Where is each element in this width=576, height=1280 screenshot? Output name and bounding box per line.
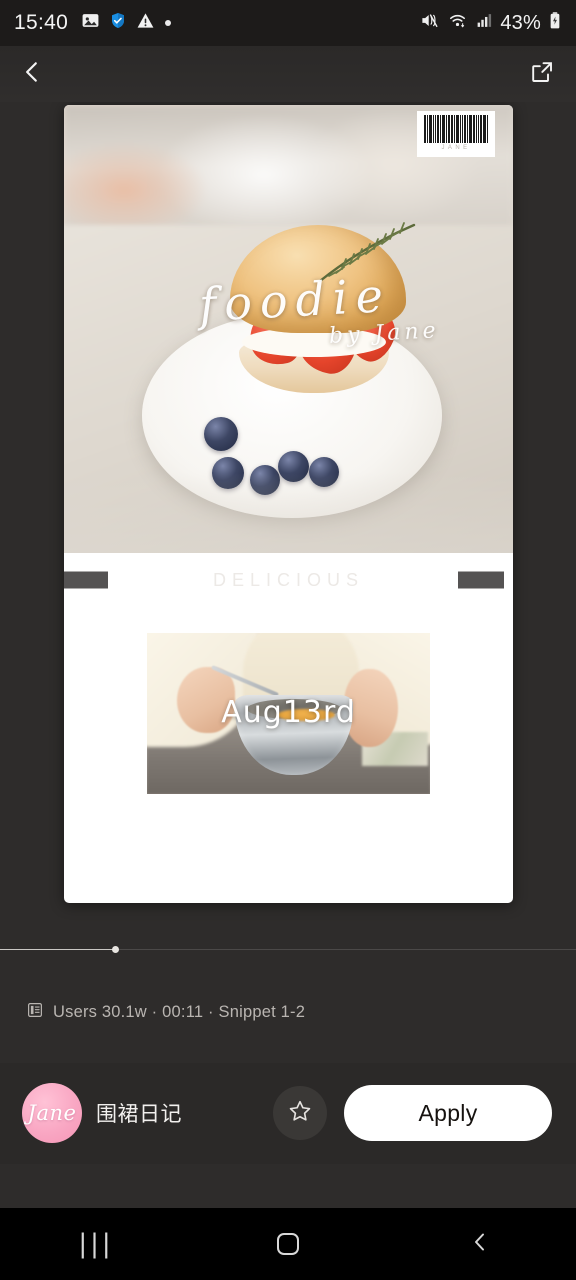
volume-muted-icon (419, 11, 440, 35)
redaction-block (64, 571, 108, 589)
battery-percent-label: 43% (500, 11, 541, 34)
phone-screen: 15:40 43% JANE foodie by Jane DELICIOUS … (0, 0, 576, 1280)
scrubber-handle[interactable] (112, 946, 119, 953)
caption-row: DELICIOUS (64, 560, 513, 600)
chevron-left-icon (19, 59, 45, 90)
bottom-action-bar: Jane 围裙日记 Apply (0, 1063, 576, 1164)
gallery-icon (81, 11, 100, 35)
barcode-label: JANE (441, 145, 471, 151)
meta-row: Users 30.1w · 00:11 · Snippet 1-2 (26, 1001, 305, 1024)
favorite-button[interactable] (273, 1086, 327, 1140)
meta-text: Users 30.1w · 00:11 · Snippet 1-2 (53, 1003, 306, 1021)
apply-button[interactable]: Apply (344, 1085, 552, 1141)
status-bar-left: 15:40 (14, 11, 172, 35)
cellular-signal-icon (475, 12, 493, 34)
media-tile[interactable]: Aug13rd (147, 633, 430, 794)
avatar[interactable]: Jane (22, 1083, 82, 1143)
barcode-sticker: JANE (417, 111, 495, 157)
warning-triangle-icon (136, 11, 155, 35)
back-button[interactable] (10, 52, 54, 96)
hero-bottom-fade (64, 473, 513, 553)
nav-home-button[interactable] (192, 1208, 384, 1280)
hero-photo: JANE foodie by Jane (64, 105, 513, 553)
media-date-overlay: Aug13rd (221, 695, 356, 730)
apply-button-label: Apply (418, 1099, 478, 1126)
dot-icon (164, 14, 172, 32)
status-bar: 15:40 43% (0, 0, 576, 46)
avatar-label: Jane (27, 1101, 77, 1125)
barcode-bars (424, 115, 488, 143)
wifi-icon (447, 11, 468, 35)
document-list-icon (26, 1001, 44, 1024)
recents-icon: ||| (78, 1229, 114, 1259)
hero-blueberry (204, 417, 238, 451)
author-row[interactable]: Jane 围裙日记 (22, 1083, 182, 1143)
system-nav-bar: ||| (0, 1208, 576, 1280)
progress-scrubber[interactable] (0, 946, 576, 953)
status-clock: 15:40 (14, 11, 69, 34)
content-card[interactable]: JANE foodie by Jane DELICIOUS Aug13rd (64, 105, 513, 903)
author-name: 围裙日记 (96, 1103, 182, 1126)
external-link-icon (530, 60, 554, 89)
back-icon (468, 1230, 492, 1259)
nav-recents-button[interactable]: ||| (0, 1208, 192, 1280)
scrubber-progress (0, 949, 116, 950)
top-nav-bar (0, 46, 576, 102)
star-outline-icon (287, 1098, 313, 1129)
redaction-block (458, 571, 504, 589)
home-icon (277, 1233, 299, 1255)
share-button[interactable] (520, 52, 564, 96)
nav-back-button[interactable] (384, 1208, 576, 1280)
battery-charging-icon (548, 11, 562, 35)
caption-text: DELICIOUS (212, 569, 365, 590)
shield-check-icon (109, 11, 127, 35)
status-bar-right: 43% (419, 11, 562, 35)
